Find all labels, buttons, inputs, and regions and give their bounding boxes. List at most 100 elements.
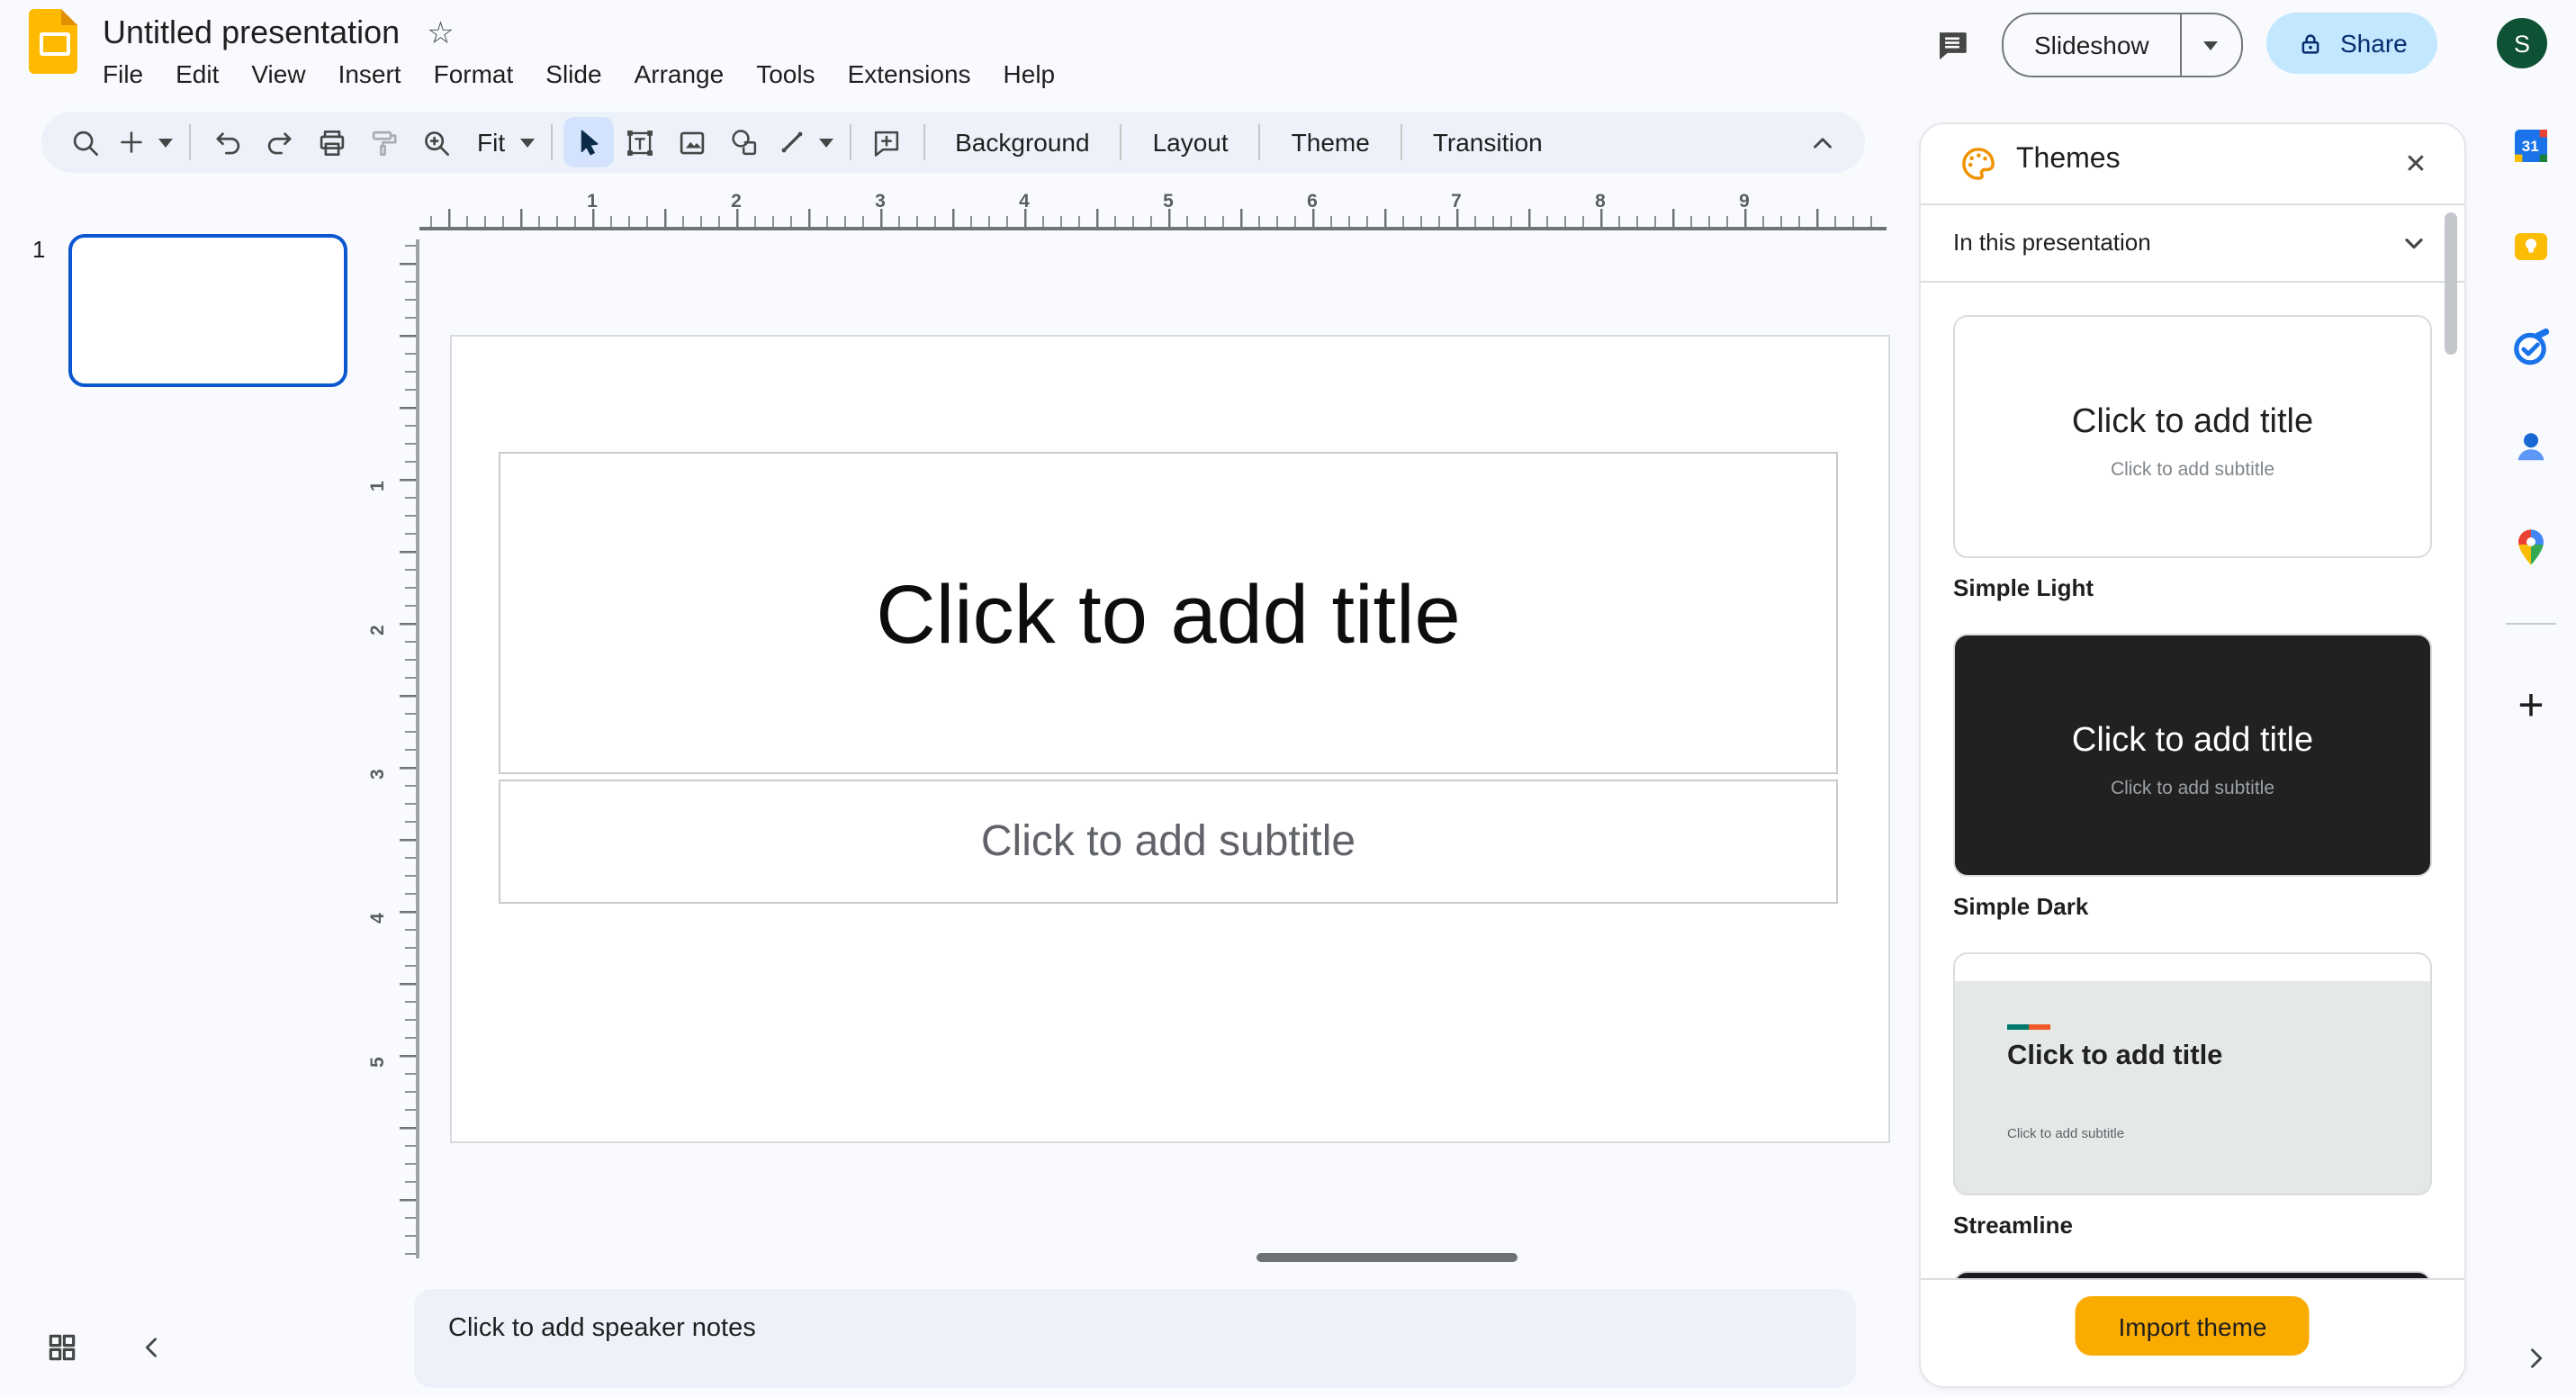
redo-icon[interactable]: [254, 117, 304, 167]
line-dropdown[interactable]: [813, 117, 838, 167]
menu-slide[interactable]: Slide: [529, 56, 617, 92]
theme-preview: Click to add title Click to add subtitle: [1953, 315, 2432, 558]
themes-panel-footer: Import theme: [1921, 1278, 2464, 1386]
slideshow-dropdown[interactable]: [2182, 14, 2241, 76]
slide-thumbnail-1[interactable]: [68, 234, 347, 387]
ruler-mark: 9: [1739, 191, 1750, 212]
print-icon[interactable]: [306, 117, 356, 167]
zoom-icon[interactable]: [410, 117, 461, 167]
background-button[interactable]: Background: [935, 117, 1109, 167]
themes-panel-title: Themes: [2016, 144, 2121, 175]
expand-side-panel-icon[interactable]: [2520, 1343, 2551, 1374]
menu-tools[interactable]: Tools: [740, 56, 831, 92]
document-title[interactable]: Untitled presentation: [103, 14, 400, 51]
select-cursor-icon[interactable]: [563, 117, 614, 167]
new-slide-icon[interactable]: [112, 117, 151, 167]
theme-option-simple-light[interactable]: Click to add title Click to add subtitle…: [1953, 315, 2432, 601]
insert-image-icon[interactable]: [667, 117, 717, 167]
main-toolbar: Fit Background Layout Theme Transition: [41, 112, 1865, 173]
grid-view-icon[interactable]: [45, 1330, 79, 1365]
themes-panel: Themes ✕ In this presentation Click to a…: [1919, 122, 2466, 1388]
theme-name: Streamline: [1953, 1212, 2073, 1239]
speaker-notes[interactable]: Click to add speaker notes: [414, 1289, 1856, 1388]
account-avatar[interactable]: S: [2497, 18, 2547, 68]
menubar: File Edit View Insert Format Slide Arran…: [86, 56, 1071, 92]
menu-edit[interactable]: Edit: [159, 56, 235, 92]
palette-icon: [1962, 148, 1995, 180]
import-theme-button[interactable]: Import theme: [2075, 1296, 2310, 1356]
logo-fold: [61, 9, 77, 25]
insert-shape-icon[interactable]: [719, 117, 770, 167]
menu-help[interactable]: Help: [987, 56, 1072, 92]
toolbar-divider: [189, 124, 191, 160]
maps-icon[interactable]: [2509, 526, 2553, 569]
google-slides-app: Untitled presentation ☆ File Edit View I…: [0, 0, 2576, 1397]
share-button[interactable]: Share: [2266, 13, 2438, 74]
ruler-mark: 4: [367, 913, 389, 924]
slideshow-label[interactable]: Slideshow: [2004, 14, 2180, 76]
caret-down-icon: [2203, 41, 2219, 50]
keep-icon[interactable]: [2509, 225, 2553, 268]
caret-down-icon: [519, 138, 535, 147]
paint-format-icon[interactable]: [358, 117, 409, 167]
layout-button[interactable]: Layout: [1133, 117, 1248, 167]
ruler-mark: 2: [731, 191, 742, 212]
title-placeholder-text: Click to add title: [876, 566, 1461, 660]
get-add-ons-icon[interactable]: +: [2509, 680, 2553, 730]
logo-screen: [40, 32, 70, 56]
slides-logo[interactable]: [29, 9, 77, 74]
star-icon[interactable]: ☆: [427, 17, 455, 48]
menu-format[interactable]: Format: [418, 56, 530, 92]
contacts-icon[interactable]: [2509, 425, 2553, 468]
svg-text:31: 31: [2522, 138, 2539, 155]
toolbar-divider: [923, 124, 925, 160]
comment-history-icon[interactable]: [1933, 27, 1971, 65]
menu-insert[interactable]: Insert: [322, 56, 418, 92]
horizontal-scrollbar-thumb[interactable]: [1256, 1253, 1518, 1262]
menu-arrange[interactable]: Arrange: [618, 56, 741, 92]
panel-scrollbar-thumb[interactable]: [2445, 212, 2457, 355]
themes-panel-header: Themes ✕: [1921, 124, 2464, 203]
subtitle-placeholder-box[interactable]: Click to add subtitle: [499, 780, 1838, 904]
new-slide-dropdown[interactable]: [153, 117, 178, 167]
text-box-icon[interactable]: [615, 117, 665, 167]
ruler-mark: 1: [587, 191, 598, 212]
share-label: Share: [2340, 29, 2408, 58]
theme-option-streamline[interactable]: Click to add title Click to add subtitle…: [1953, 952, 2432, 1239]
zoom-select[interactable]: Fit: [463, 128, 512, 157]
search-menus-icon[interactable]: [59, 117, 110, 167]
ruler-mark: 3: [875, 191, 886, 212]
rail-divider: [2506, 623, 2556, 625]
undo-icon[interactable]: [202, 117, 252, 167]
add-comment-icon[interactable]: [861, 117, 912, 167]
caret-down-icon: [818, 138, 833, 147]
themes-scope-select[interactable]: In this presentation: [1921, 205, 2464, 281]
toolbar-divider: [1258, 124, 1261, 160]
close-icon[interactable]: ✕: [2396, 144, 2436, 184]
ruler-mark: 4: [1019, 191, 1030, 212]
theme-name: Simple Dark: [1953, 893, 2089, 920]
menu-file[interactable]: File: [86, 56, 159, 92]
chevron-down-icon: [2405, 239, 2423, 249]
insert-line-icon[interactable]: [771, 117, 811, 167]
menu-view[interactable]: View: [235, 56, 321, 92]
subtitle-placeholder-text: Click to add subtitle: [980, 816, 1356, 865]
ruler-mark: 7: [1451, 191, 1462, 212]
slide-canvas[interactable]: Click to add title Click to add subtitle: [450, 335, 1890, 1143]
collapse-filmstrip-icon[interactable]: [137, 1332, 167, 1363]
collapse-toolbar-icon[interactable]: [1797, 117, 1847, 167]
vertical-ruler: 1 2 3 4 5: [367, 239, 419, 1258]
ruler-mark: 5: [367, 1057, 389, 1068]
zoom-dropdown[interactable]: [514, 117, 539, 167]
theme-preview-header-strip: [1955, 954, 2430, 981]
slideshow-button[interactable]: Slideshow: [2002, 13, 2243, 77]
title-placeholder-box[interactable]: Click to add title: [499, 452, 1838, 774]
lock-icon: [2301, 33, 2319, 53]
tasks-icon[interactable]: [2509, 326, 2553, 369]
theme-button[interactable]: Theme: [1272, 117, 1390, 167]
transition-button[interactable]: Transition: [1413, 117, 1563, 167]
calendar-icon[interactable]: 31: [2509, 124, 2553, 167]
theme-option-simple-dark[interactable]: Click to add title Click to add subtitle…: [1953, 634, 2432, 920]
ruler-mark: 3: [367, 769, 389, 780]
menu-extensions[interactable]: Extensions: [832, 56, 987, 92]
